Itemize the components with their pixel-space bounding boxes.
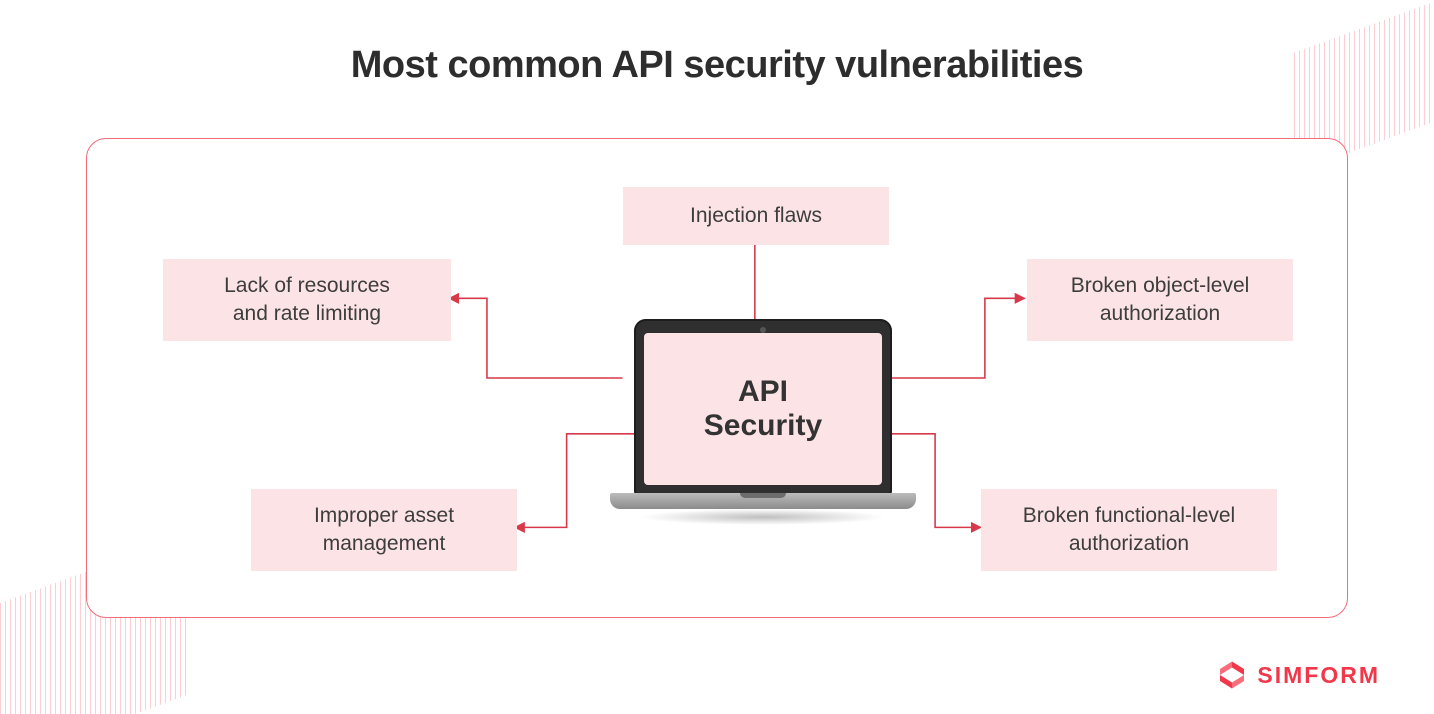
laptop-base (610, 493, 916, 509)
simform-logo-icon (1217, 660, 1247, 690)
laptop-shadow (640, 509, 886, 525)
node-asset-management: Improper asset management (251, 489, 517, 571)
laptop-graphic: API Security (610, 319, 916, 529)
diagram-canvas: { "title": "Most common API security vul… (0, 0, 1434, 714)
center-label-line1: API (738, 375, 788, 408)
node-label: Injection flaws (690, 202, 822, 230)
node-label-line1: Lack of resources (224, 272, 390, 300)
node-object-level-auth: Broken object-level authorization (1027, 259, 1293, 341)
diagram-title: Most common API security vulnerabilities (0, 44, 1434, 87)
node-label-line1: Improper asset (314, 502, 454, 530)
brand-logo: SIMFORM (1217, 660, 1380, 690)
center-label-line2: Security (704, 409, 822, 442)
node-label-line2: and rate limiting (224, 300, 390, 328)
brand-name: SIMFORM (1257, 662, 1380, 689)
node-rate-limiting: Lack of resources and rate limiting (163, 259, 451, 341)
node-label-line2: management (314, 530, 454, 558)
node-label-line1: Broken object-level (1071, 272, 1250, 300)
node-label-line2: authorization (1023, 530, 1235, 558)
node-functional-level-auth: Broken functional-level authorization (981, 489, 1277, 571)
center-label: API Security (704, 375, 822, 444)
laptop-notch (740, 493, 786, 498)
node-label-line2: authorization (1071, 300, 1250, 328)
node-label-line1: Broken functional-level (1023, 502, 1235, 530)
laptop-screen: API Security (644, 333, 882, 485)
laptop-lid: API Security (634, 319, 892, 495)
diagram-panel: Injection flaws Lack of resources and ra… (86, 138, 1348, 618)
node-injection-flaws: Injection flaws (623, 187, 889, 245)
